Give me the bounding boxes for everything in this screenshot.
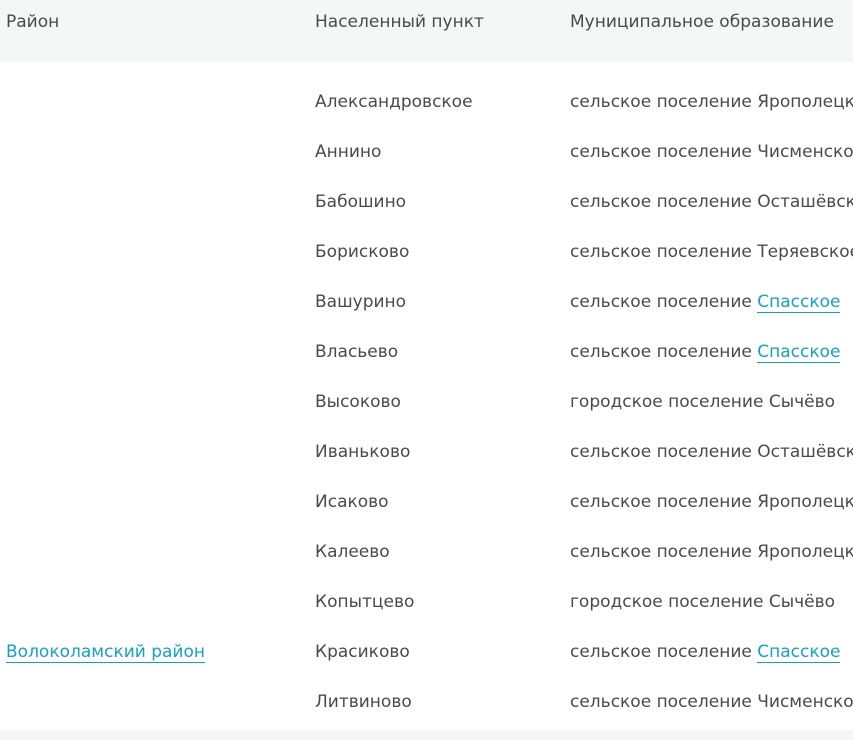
municipality-cell: сельское поселение Осташёвское — [570, 192, 853, 212]
locality-cell: Иваньково — [315, 442, 411, 462]
table-row: Калеево сельское поселение Ярополецкое — [0, 542, 853, 592]
locality-cell: Литвиново — [315, 692, 412, 712]
table-row: Борисково сельское поселение Теряевское — [0, 242, 853, 292]
municipality-cell: городское поселение Сычёво — [570, 392, 835, 412]
table-row: Красиково сельское поселение Спасское — [0, 642, 853, 692]
table-row: Александровское сельское поселение Яропол… — [0, 92, 853, 142]
municipality-cell: сельское поселение Чисменское — [570, 142, 853, 162]
locality-cell: Исаково — [315, 492, 389, 512]
settlements-table: Район Населенный пункт Муниципальное обр… — [0, 0, 853, 740]
municipality-cell: сельское поселение Чисменское — [570, 692, 853, 712]
locality-cell: Красиково — [315, 642, 410, 662]
municipality-text: сельское поселение — [570, 342, 758, 362]
municipality-text: городское поселение Сычёво — [570, 392, 836, 412]
locality-cell: Александровское — [315, 92, 473, 112]
table-header: Район Населенный пункт Муниципальное обр… — [0, 0, 853, 62]
municipality-text: городское поселение Сычёво — [570, 592, 836, 612]
table-row: Иваньково сельское поселение Осташёвское — [0, 442, 853, 492]
municipality-cell: сельское поселение Спасское — [570, 292, 841, 313]
table-body: Волоколамский район Александровское сельс… — [0, 62, 853, 740]
table-row: Власьево сельское поселение Спасское — [0, 342, 853, 392]
municipality-text: сельское поселение Ярополецкое — [570, 542, 853, 562]
table-row: Вашурино сельское поселение Спасское — [0, 292, 853, 342]
locality-cell: Вашурино — [315, 292, 407, 312]
municipality-text: сельское поселение Чисменское — [570, 142, 853, 162]
municipality-text: сельское поселение Теряевское — [570, 242, 853, 262]
locality-cell: Калеево — [315, 542, 390, 562]
header-district: Район — [6, 12, 60, 32]
table-row: Аннино сельское поселение Чисменское — [0, 142, 853, 192]
locality-cell: Власьево — [315, 342, 399, 362]
table-row: Исаково сельское поселение Ярополецкое — [0, 492, 853, 542]
municipality-text: сельское поселение Осташёвское — [570, 192, 853, 212]
municipality-cell: сельское поселение Ярополецкое — [570, 542, 853, 562]
municipality-cell: сельское поселение Осташёвское — [570, 442, 853, 462]
municipality-text: сельское поселение Ярополецкое — [570, 492, 853, 512]
table-row: Копытцево городское поселение Сычёво — [0, 592, 853, 642]
municipality-link[interactable]: Спасское — [757, 642, 841, 663]
locality-cell: Копытцево — [315, 592, 415, 612]
locality-cell: Высоково — [315, 392, 401, 412]
locality-cell: Борисково — [315, 242, 410, 262]
table-footer-edge — [0, 730, 853, 740]
municipality-text: сельское поселение — [570, 642, 758, 662]
municipality-cell: сельское поселение Спасское — [570, 642, 841, 663]
municipality-link[interactable]: Спасское — [757, 292, 841, 313]
municipality-cell: сельское поселение Теряевское — [570, 242, 853, 262]
municipality-text: сельское поселение — [570, 292, 758, 312]
municipality-cell: сельское поселение Ярополецкое — [570, 492, 853, 512]
municipality-cell: сельское поселение Спасское — [570, 342, 841, 363]
table-row: Высоково городское поселение Сычёво — [0, 392, 853, 442]
table-row: Бабошино сельское поселение Осташёвское — [0, 192, 853, 242]
locality-cell: Аннино — [315, 142, 382, 162]
locality-cell: Бабошино — [315, 192, 407, 212]
header-municipality: Муниципальное образование — [570, 12, 834, 32]
municipality-text: сельское поселение Осташёвское — [570, 442, 853, 462]
header-locality: Населенный пункт — [315, 12, 484, 32]
municipality-text: сельское поселение Ярополецкое — [570, 92, 853, 112]
municipality-text: сельское поселение Чисменское — [570, 692, 853, 712]
municipality-link[interactable]: Спасское — [757, 342, 841, 363]
municipality-cell: городское поселение Сычёво — [570, 592, 835, 612]
municipality-cell: сельское поселение Ярополецкое — [570, 92, 853, 112]
